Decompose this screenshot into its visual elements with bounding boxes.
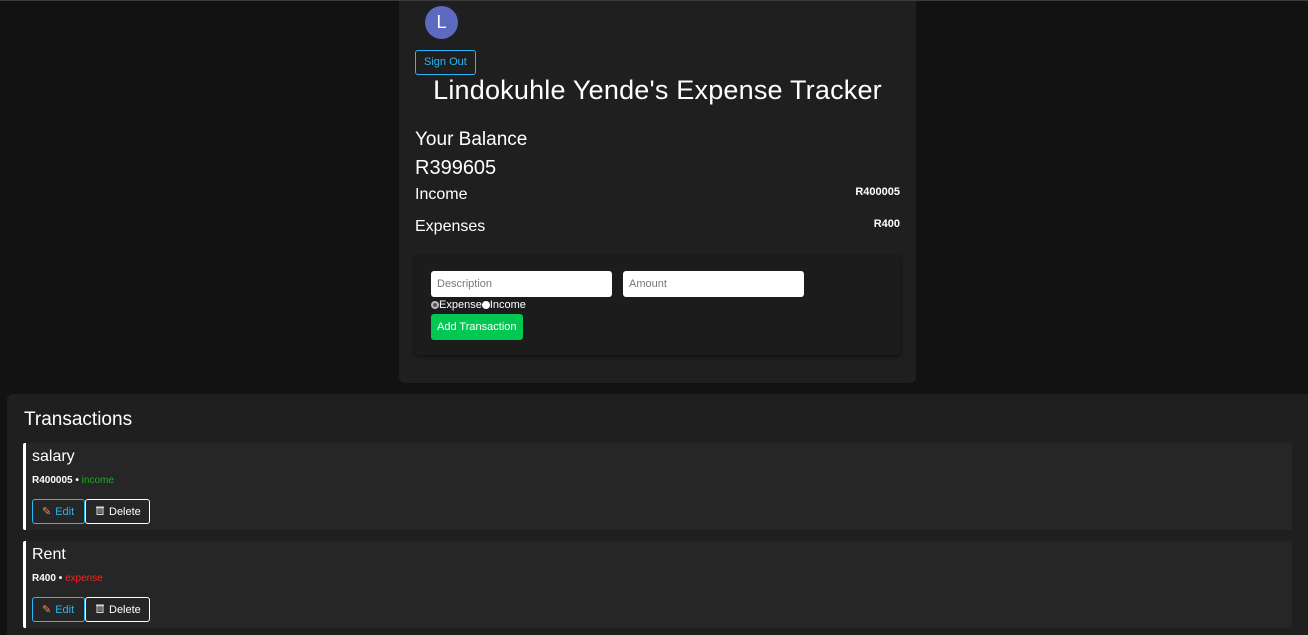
delete-label: Delete — [109, 505, 141, 518]
income-radio-label[interactable]: Income — [490, 299, 526, 311]
balance-label: Your Balance — [415, 129, 528, 150]
income-radio[interactable] — [481, 301, 490, 309]
transaction-item: salary R400005 • income ✎ Edit Delete — [23, 443, 1292, 530]
expenses-label: Expenses — [415, 218, 486, 235]
expense-radio-label[interactable]: Expense — [439, 299, 482, 311]
user-avatar[interactable]: L — [425, 6, 458, 39]
expense-tracker-card: L Sign Out Lindokuhle Yende's Expense Tr… — [399, 1, 916, 383]
edit-button[interactable]: ✎ Edit — [32, 597, 85, 622]
transaction-type: expense — [64, 573, 103, 584]
sign-out-button[interactable]: Sign Out — [415, 50, 476, 75]
transactions-title: Transactions — [24, 409, 133, 430]
pencil-icon: ✎ — [42, 506, 52, 518]
delete-label: Delete — [109, 603, 141, 616]
transaction-type: income — [81, 475, 114, 486]
expense-radio[interactable] — [431, 301, 439, 309]
transaction-actions: ✎ Edit Delete — [32, 597, 150, 622]
transaction-name: Rent — [32, 546, 66, 563]
add-transaction-button[interactable]: Add Transaction — [431, 314, 523, 340]
transaction-actions: ✎ Edit Delete — [32, 499, 150, 524]
income-label: Income — [415, 186, 468, 203]
transaction-amount: R400005 — [32, 475, 73, 486]
transaction-meta: R400 • expense — [32, 573, 103, 584]
page-title: Lindokuhle Yende's Expense Tracker — [433, 75, 882, 105]
transactions-section: Transactions salary R400005 • income ✎ E… — [7, 394, 1308, 635]
transaction-type-radio-group: Expense Income — [431, 299, 526, 311]
balance-value: R399605 — [415, 157, 497, 179]
expenses-value: R400 — [873, 218, 900, 230]
delete-button[interactable]: Delete — [85, 499, 150, 524]
transaction-meta: R400005 • income — [32, 475, 114, 486]
transaction-item: Rent R400 • expense ✎ Edit Delete — [23, 541, 1292, 628]
income-value: R400005 — [855, 186, 900, 198]
edit-label: Edit — [55, 505, 75, 518]
trash-icon — [95, 603, 105, 616]
transaction-name: salary — [32, 448, 75, 465]
add-transaction-form: Expense Income Add Transaction — [415, 256, 900, 355]
transaction-amount: R400 — [32, 573, 56, 584]
pencil-icon: ✎ — [42, 604, 52, 616]
amount-input[interactable] — [623, 271, 804, 297]
trash-icon — [95, 505, 105, 518]
delete-button[interactable]: Delete — [85, 597, 150, 622]
edit-button[interactable]: ✎ Edit — [32, 499, 85, 524]
edit-label: Edit — [55, 603, 75, 616]
description-input[interactable] — [431, 271, 612, 297]
